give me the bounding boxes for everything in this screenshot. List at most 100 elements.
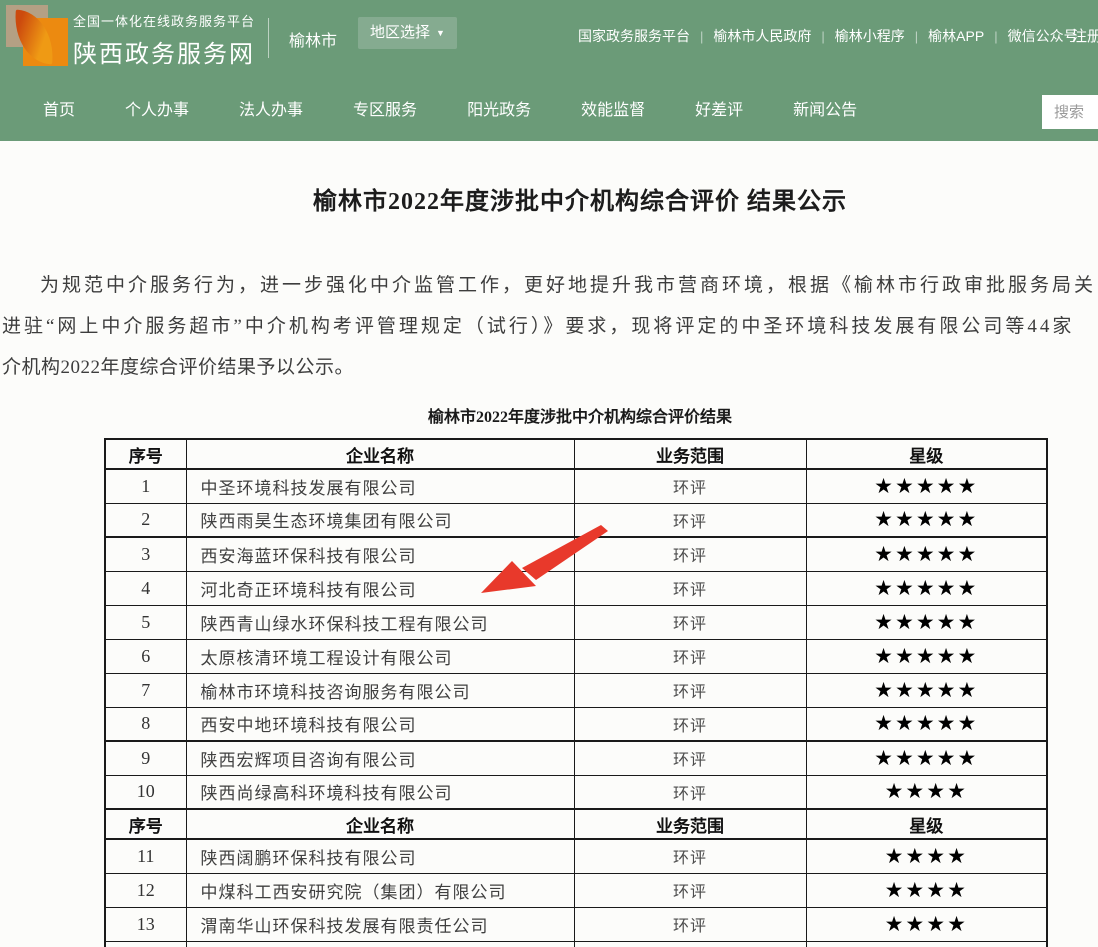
page-title: 榆林市2022年度涉批中介机构综合评价 结果公示 [0,181,1098,216]
cell-no: 6 [105,639,186,673]
cell-no: 4 [105,571,186,605]
cell-stars: ★★★★★ [806,707,1047,741]
cell-stars: ★★★★★ [806,571,1047,605]
platform-tagline: 全国一体化在线政务服务平台 [73,11,255,30]
current-city-label: 榆林市 [289,27,337,51]
cell-no: 7 [105,673,186,707]
nav-item[interactable]: 效能监督 [581,96,645,120]
cell-no: 13 [105,907,186,941]
site-header: 全国一体化在线政务服务平台 陕西政务服务网 榆林市 地区选择▼ 国家政务服务平台… [0,0,1098,141]
nav-item[interactable]: 个人办事 [125,96,189,120]
cell-stars: ★★★★★ [806,741,1047,775]
cell-stars: ★★★★ [806,907,1047,941]
table-row [105,941,1047,947]
link-divider: | [994,29,997,44]
cell-scope: 环评 [574,873,806,907]
nav-item[interactable]: 法人办事 [239,96,303,120]
table-row: 4河北奇正环境科技有限公司环评★★★★★ [105,571,1047,605]
cell-scope: 环评 [574,707,806,741]
cell-stars: ★★★★★ [806,673,1047,707]
register-link[interactable]: 注册 [1072,25,1098,46]
cell-stars: ★★★★★ [806,537,1047,571]
search-input[interactable] [1042,95,1098,129]
cell-scope: 环评 [574,469,806,503]
cell-no [105,941,186,947]
cell-scope: 环评 [574,639,806,673]
cell-name: 西安海蓝环保科技有限公司 [186,537,574,571]
table-row: 1中圣环境科技发展有限公司环评★★★★★ [105,469,1047,503]
nav-item[interactable]: 首页 [43,96,75,120]
column-header: 企业名称 [186,809,574,839]
cell-stars: ★★★★ [806,873,1047,907]
cell-no: 2 [105,503,186,537]
top-link[interactable]: 榆林小程序 [835,26,905,46]
cell-name [186,941,574,947]
link-divider: | [915,29,918,44]
cell-scope: 环评 [574,839,806,873]
top-links: 国家政务服务平台|榆林市人民政府|榆林小程序|榆林APP|微信公众号 [578,26,1078,46]
cell-no: 5 [105,605,186,639]
cell-name: 太原核清环境工程设计有限公司 [186,639,574,673]
eval-table: 序号企业名称业务范围星级1中圣环境科技发展有限公司环评★★★★★2陕西雨昊生态环… [104,438,1048,947]
nav-item[interactable]: 阳光政务 [467,96,531,120]
table-wrapper: 序号企业名称业务范围星级1中圣环境科技发展有限公司环评★★★★★2陕西雨昊生态环… [104,438,1048,947]
cell-name: 陕西尚绿高科环境科技有限公司 [186,775,574,809]
cell-name: 陕西雨昊生态环境集团有限公司 [186,503,574,537]
cell-name: 中圣环境科技发展有限公司 [186,469,574,503]
table-row: 13渭南华山环保科技发展有限责任公司环评★★★★ [105,907,1047,941]
table-header-row: 序号企业名称业务范围星级 [105,439,1047,469]
cell-name: 西安中地环境科技有限公司 [186,707,574,741]
cell-stars: ★★★★★ [806,639,1047,673]
top-link[interactable]: 国家政务服务平台 [578,26,690,46]
table-row: 9陕西宏辉项目咨询有限公司环评★★★★★ [105,741,1047,775]
cell-no: 10 [105,775,186,809]
cell-scope [574,941,806,947]
cell-name: 河北奇正环境科技有限公司 [186,571,574,605]
column-header: 企业名称 [186,439,574,469]
cell-stars [806,941,1047,947]
nav-item[interactable]: 专区服务 [353,96,417,120]
announcement-paragraph: 为规范中介服务行为，进一步强化中介监管工作，更好地提升我市营商环境，根据《榆林市… [0,265,1098,388]
nav-item[interactable]: 新闻公告 [793,96,857,120]
cell-name: 陕西宏辉项目咨询有限公司 [186,741,574,775]
site-name: 陕西政务服务网 [73,34,255,69]
cell-scope: 环评 [574,605,806,639]
cell-name: 渭南华山环保科技发展有限责任公司 [186,907,574,941]
table-row: 5陕西青山绿水环保科技工程有限公司环评★★★★★ [105,605,1047,639]
top-link[interactable]: 榆林市人民政府 [713,26,811,46]
brand-text: 全国一体化在线政务服务平台 陕西政务服务网 [73,11,255,69]
cell-name: 榆林市环境科技咨询服务有限公司 [186,673,574,707]
cell-no: 11 [105,839,186,873]
table-row: 7榆林市环境科技咨询服务有限公司环评★★★★★ [105,673,1047,707]
cell-scope: 环评 [574,741,806,775]
table-row: 3西安海蓝环保科技有限公司环评★★★★★ [105,537,1047,571]
site-logo-icon [6,5,66,69]
column-header: 序号 [105,439,186,469]
table-header-row: 序号企业名称业务范围星级 [105,809,1047,839]
cell-stars: ★★★★ [806,839,1047,873]
table-row: 10陕西尚绿高科环境科技有限公司环评★★★★ [105,775,1047,809]
cell-scope: 环评 [574,775,806,809]
cell-stars: ★★★★★ [806,503,1047,537]
cell-name: 中煤科工西安研究院（集团）有限公司 [186,873,574,907]
main-nav: 首页 个人办事 法人办事 专区服务 阳光政务 效能监督 好差评 新闻公告 [0,75,1098,141]
table-row: 2陕西雨昊生态环境集团有限公司环评★★★★★ [105,503,1047,537]
table-row: 8西安中地环境科技有限公司环评★★★★★ [105,707,1047,741]
cell-no: 12 [105,873,186,907]
top-link[interactable]: 微信公众号 [1008,26,1078,46]
cell-scope: 环评 [574,571,806,605]
cell-scope: 环评 [574,537,806,571]
nav-item[interactable]: 好差评 [695,96,743,120]
cell-name: 陕西青山绿水环保科技工程有限公司 [186,605,574,639]
table-caption: 榆林市2022年度涉批中介机构综合评价结果 [0,403,1098,427]
column-header: 星级 [806,809,1047,839]
cell-no: 1 [105,469,186,503]
region-select-button[interactable]: 地区选择▼ [358,17,457,49]
link-divider: | [700,29,703,44]
cell-no: 3 [105,537,186,571]
brand-row: 全国一体化在线政务服务平台 陕西政务服务网 榆林市 地区选择▼ 国家政务服务平台… [0,0,1098,75]
column-header: 序号 [105,809,186,839]
column-header: 业务范围 [574,439,806,469]
cell-stars: ★★★★★ [806,469,1047,503]
top-link[interactable]: 榆林APP [928,26,984,46]
